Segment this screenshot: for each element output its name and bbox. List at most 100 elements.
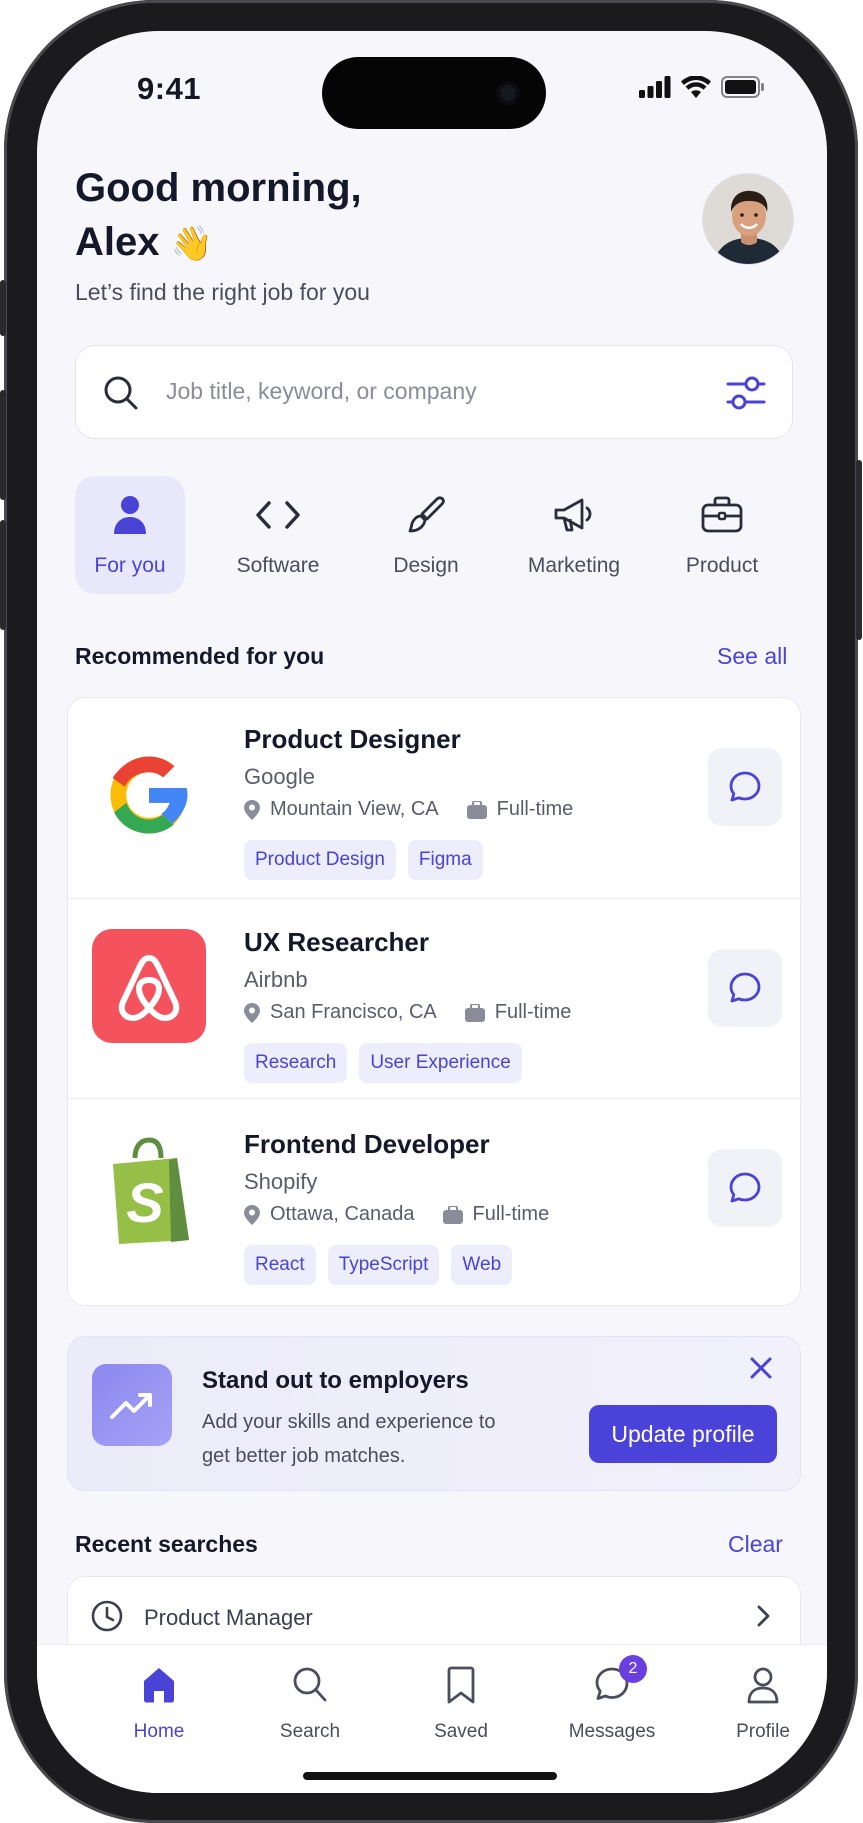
dynamic-island	[322, 57, 546, 129]
chevron-right-icon	[757, 1605, 770, 1627]
profile-icon	[747, 1667, 779, 1704]
close-icon[interactable]	[748, 1355, 774, 1381]
signal-icon	[639, 76, 671, 98]
svg-text:S: S	[126, 1171, 163, 1234]
job-title: Product Designer	[244, 724, 461, 754]
company-name: Airbnb	[244, 967, 308, 992]
job-location: Ottawa, Canada	[270, 1203, 415, 1225]
job-type: Full-time	[472, 1203, 550, 1225]
home-icon	[144, 1668, 174, 1703]
message-button[interactable]	[708, 949, 782, 1027]
job-location: Mountain View, CA	[270, 798, 439, 820]
company-name: Shopify	[244, 1169, 318, 1194]
category-label: Design	[393, 554, 459, 577]
update-profile-button[interactable]: Update profile	[589, 1405, 777, 1463]
category-label: Marketing	[527, 554, 621, 577]
recent-searches-title: Recent searches	[75, 1531, 258, 1557]
job-card-frontend-developer[interactable]: S Frontend Developer Shopify Ottawa, Can…	[68, 1098, 802, 1305]
avatar[interactable]	[702, 173, 794, 265]
person-icon	[114, 496, 146, 534]
filter-icon[interactable]	[726, 374, 766, 412]
tab-home[interactable]: Home	[99, 1665, 219, 1743]
tag[interactable]: Research	[244, 1043, 348, 1083]
job-card-product-designer[interactable]: Product Designer Google Mountain View, C…	[68, 698, 802, 898]
job-title: Frontend Developer	[244, 1129, 490, 1159]
job-tags: React TypeScript Web	[244, 1245, 513, 1285]
message-button[interactable]	[708, 1149, 782, 1227]
see-all-link[interactable]: See all	[717, 643, 787, 670]
recommended-title: Recommended for you	[75, 643, 325, 669]
megaphone-icon	[554, 498, 592, 532]
promo-description: Add your skills and experience to get be…	[202, 1411, 496, 1467]
tab-search[interactable]: Search	[250, 1665, 370, 1743]
job-location: San Francisco, CA	[270, 1001, 437, 1023]
category-marketing[interactable]: Marketing	[519, 476, 629, 594]
shopify-logo: S	[92, 1135, 206, 1249]
message-button[interactable]	[708, 748, 782, 826]
airbnb-logo	[92, 929, 206, 1043]
tag[interactable]: Figma	[407, 840, 483, 880]
tab-saved[interactable]: Saved	[401, 1665, 521, 1743]
search-bar[interactable]: Job title, keyword, or company	[75, 345, 793, 439]
brush-icon	[408, 496, 445, 533]
clear-link[interactable]: Clear	[728, 1531, 783, 1558]
briefcase-small-icon	[464, 1003, 485, 1022]
tag[interactable]: Web	[451, 1245, 513, 1285]
job-meta: Ottawa, Canada Full-time	[244, 1203, 549, 1226]
front-camera	[496, 81, 520, 105]
app-screen: 9:41 Good morning, Alex 👋 Let’s find the…	[37, 31, 827, 1793]
job-tags: Research User Experience	[244, 1043, 522, 1083]
job-card-ux-researcher[interactable]: UX Researcher Airbnb San Francisco, CA F…	[68, 898, 802, 1098]
greeting-line: Good morning,	[75, 166, 362, 210]
category-product[interactable]: Product	[667, 476, 777, 594]
clock-icon	[91, 1600, 123, 1632]
recent-search-text: Product Manager	[144, 1605, 313, 1630]
volume-up-button	[0, 390, 6, 500]
search-input[interactable]: Job title, keyword, or company	[166, 378, 477, 405]
category-list: For you Software Design Marketing Produc…	[75, 476, 793, 594]
category-label: Product	[685, 554, 759, 577]
chat-bubble-icon	[729, 972, 761, 1003]
search-icon	[104, 376, 138, 410]
message-badge: 2	[619, 1655, 647, 1683]
bookmark-icon	[447, 1666, 475, 1704]
status-icons	[639, 76, 765, 98]
job-meta: San Francisco, CA Full-time	[244, 1001, 571, 1024]
category-software[interactable]: Software	[223, 476, 333, 594]
tag[interactable]: React	[244, 1245, 316, 1285]
tab-label: Home	[133, 1721, 185, 1742]
tab-messages[interactable]: 2 Messages	[552, 1655, 672, 1743]
tab-label: Saved	[434, 1721, 488, 1742]
category-for-you[interactable]: For you	[75, 476, 185, 594]
job-tags: Product Design Figma	[244, 840, 483, 880]
home-indicator	[303, 1772, 557, 1780]
code-icon	[256, 501, 300, 529]
briefcase-icon	[701, 496, 743, 533]
phone-frame: 9:41 Good morning, Alex 👋 Let’s find the…	[0, 0, 862, 1823]
greeting-subtitle[interactable]: Let’s find the right job for you	[75, 279, 370, 306]
greeting: Good morning, Alex 👋	[75, 161, 362, 271]
wifi-icon	[681, 76, 711, 98]
battery-icon	[721, 76, 764, 98]
tag[interactable]: Product Design	[244, 840, 396, 880]
volume-down-button	[0, 520, 6, 630]
job-meta: Mountain View, CA Full-time	[244, 798, 573, 821]
tag[interactable]: User Experience	[359, 1043, 522, 1083]
job-list: Product Designer Google Mountain View, C…	[67, 697, 802, 1306]
category-design[interactable]: Design	[371, 476, 481, 594]
status-time: 9:41	[137, 71, 202, 106]
chat-bubble-icon	[729, 771, 761, 802]
user-name: Alex	[75, 220, 160, 264]
company-name: Google	[244, 764, 315, 789]
location-pin-icon	[244, 1204, 260, 1225]
briefcase-small-icon	[466, 800, 487, 819]
google-logo	[92, 738, 206, 852]
avatar-portrait	[703, 174, 793, 264]
tab-profile[interactable]: Profile	[703, 1665, 823, 1743]
promo-title: Stand out to employers	[202, 1367, 469, 1394]
tag[interactable]: TypeScript	[327, 1245, 440, 1285]
tab-label: Messages	[568, 1721, 656, 1742]
category-label: For you	[94, 554, 166, 577]
chat-bubble-icon	[729, 1172, 761, 1203]
tab-label: Search	[279, 1721, 341, 1742]
